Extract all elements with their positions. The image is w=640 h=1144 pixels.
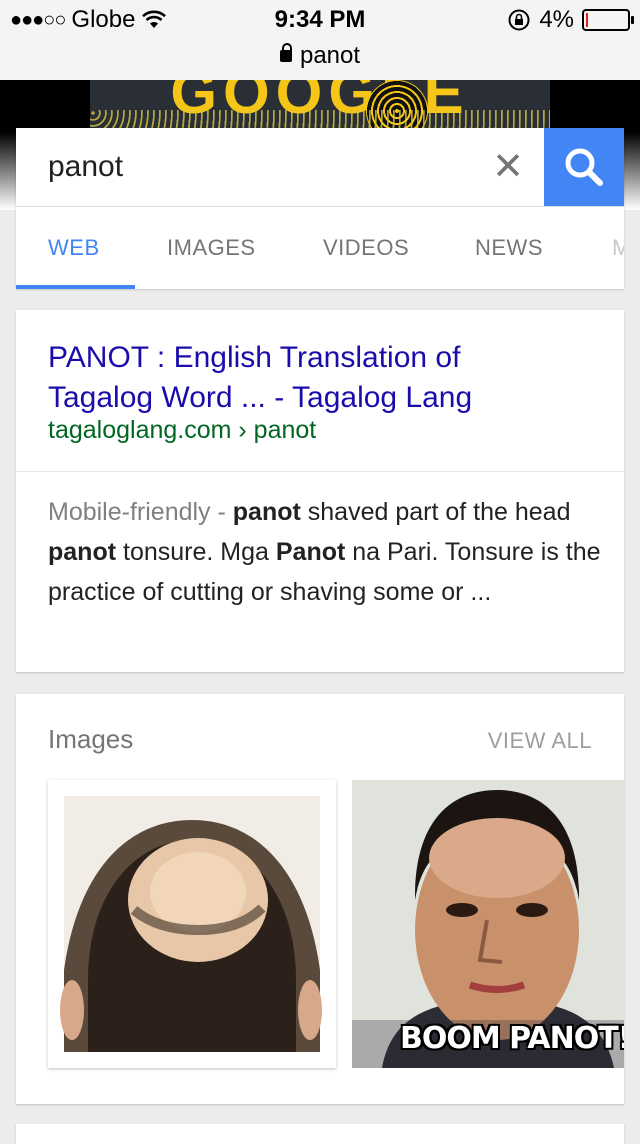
next-result-card — [16, 1124, 624, 1144]
balding-head-photo — [60, 796, 322, 1052]
search-icon — [565, 148, 603, 186]
battery-level-fill — [586, 13, 588, 27]
tab-images[interactable]: IMAGES — [167, 235, 256, 261]
images-card: Images VIEW ALL BOOM PANOT! — [16, 694, 624, 1104]
search-input[interactable]: panot — [48, 150, 123, 184]
image-thumbnail-1[interactable] — [48, 780, 336, 1068]
mobile-friendly-label: Mobile-friendly - — [48, 498, 233, 526]
tab-videos[interactable]: VIDEOS — [323, 235, 409, 261]
address-bar[interactable]: panot — [0, 42, 640, 70]
battery-icon — [582, 9, 634, 31]
tab-web[interactable]: WEB — [48, 235, 100, 261]
rotation-lock-icon — [508, 9, 530, 31]
result-divider — [16, 471, 624, 472]
search-tabs: WEB IMAGES VIDEOS NEWS M — [16, 206, 624, 289]
result-title-line-2: Tagalog Word ... - Tagalog Lang — [48, 381, 473, 414]
tab-news[interactable]: NEWS — [475, 235, 543, 261]
snippet-text: tonsure. Mga — [116, 538, 276, 566]
meme-caption: BOOM PANOT! — [400, 1021, 624, 1056]
images-section-title: Images — [48, 724, 134, 754]
view-all-link[interactable]: VIEW ALL — [488, 728, 592, 754]
clear-search-icon[interactable]: ✕ — [488, 142, 528, 192]
address-text: panot — [299, 42, 361, 69]
doodle-dot-pattern — [90, 110, 550, 128]
battery-percent: 4% — [539, 6, 574, 33]
result-snippet: Mobile-friendly - panot shaved part of t… — [48, 492, 608, 612]
snippet-bold-term: panot — [232, 498, 301, 526]
search-button[interactable] — [544, 128, 624, 206]
google-doodle[interactable]: GOOGLE — [90, 80, 550, 128]
snippet-text: shaved part of the head — [300, 498, 571, 526]
search-box[interactable]: panot ✕ — [16, 128, 624, 206]
tab-more[interactable]: M — [612, 235, 624, 261]
result-title-link[interactable]: PANOT : English Translation of Tagalog W… — [48, 338, 588, 418]
result-title-line-1: PANOT : English Translation of — [48, 341, 461, 374]
image-thumbnail-2[interactable]: BOOM PANOT! — [352, 780, 624, 1068]
status-bar: ●●●○○ Globe 9:34 PM 4% panot — [0, 0, 640, 80]
snippet-bold-term: Panot — [275, 538, 346, 566]
result-url: tagaloglang.com › panot — [48, 416, 317, 444]
active-tab-indicator — [16, 285, 135, 289]
search-result-card: PANOT : English Translation of Tagalog W… — [16, 310, 624, 672]
lock-icon — [279, 43, 292, 62]
snippet-bold-term: panot — [48, 538, 117, 566]
